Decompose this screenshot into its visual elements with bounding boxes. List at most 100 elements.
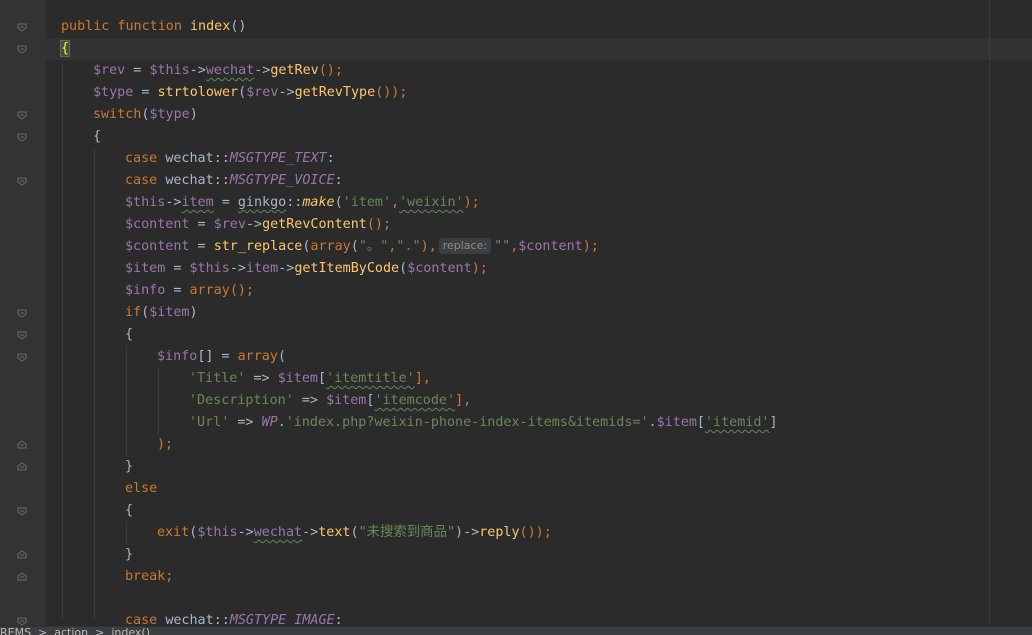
breadcrumb[interactable]: REMS > action > index() — [0, 627, 150, 635]
code-token: array — [310, 239, 351, 254]
code-token: MSGTYPE_VOICE — [229, 173, 335, 188]
code-line-26[interactable]: break; — [125, 566, 173, 588]
fold-collapse-icon[interactable] — [17, 330, 27, 340]
code-token: exit — [157, 525, 190, 540]
code-token: -> — [189, 63, 206, 78]
code-token: case — [125, 151, 166, 166]
code-line-21[interactable]: } — [125, 456, 133, 478]
code-line-12[interactable]: $item = $this->item->getItemByCode($cont… — [125, 258, 488, 280]
code-line-1[interactable]: public function index() — [61, 16, 246, 38]
code-line-22[interactable]: else — [125, 478, 157, 500]
code-line-15[interactable]: { — [125, 324, 133, 346]
fold-collapse-icon[interactable] — [17, 308, 27, 318]
code-token: : — [326, 151, 335, 166]
code-line-4[interactable]: $type = strtolower($rev->getRevType()); — [93, 82, 407, 104]
code-token: -> — [229, 261, 246, 276]
code-token: = — [125, 63, 150, 78]
code-token: . — [277, 415, 286, 430]
fold-collapse-icon[interactable] — [17, 616, 27, 626]
code-token: -> — [237, 525, 254, 540]
code-token: { — [125, 327, 134, 342]
fold-collapse-icon[interactable] — [17, 44, 27, 54]
code-line-19[interactable]: 'Url' => WP.'index.php?weixin-phone-inde… — [189, 412, 778, 434]
code-token: ], — [455, 393, 472, 408]
code-token: $rev — [93, 63, 126, 78]
code-line-16[interactable]: $info[] = array( — [157, 346, 286, 368]
code-token: wechat — [205, 63, 255, 78]
code-line-7[interactable]: case wechat::MSGTYPE_TEXT: — [125, 148, 335, 170]
code-line-11[interactable]: $content = str_replace(array("。","."), re… — [125, 236, 599, 258]
code-line-13[interactable]: $info = array(); — [125, 280, 254, 302]
code-token: 'weixin' — [399, 195, 464, 210]
code-token: [ — [318, 371, 327, 386]
indent-guide — [158, 368, 159, 434]
fold-collapse-icon[interactable] — [17, 506, 27, 516]
code-token: ( — [350, 525, 359, 540]
code-token: ); — [582, 239, 599, 254]
code-token: getItemByCode — [294, 261, 400, 276]
code-token: $type — [149, 107, 190, 122]
code-token: = — [165, 261, 190, 276]
code-token: array — [189, 283, 230, 298]
code-line-24[interactable]: exit($this->wechat->text("未搜索到商品")->repl… — [157, 522, 552, 544]
code-token: 'itemtitle' — [326, 371, 415, 386]
code-token: strtolower — [157, 85, 239, 100]
code-line-3[interactable]: $rev = $this->wechat->getRev(); — [93, 60, 343, 82]
fold-expand-icon[interactable] — [17, 572, 27, 582]
code-token: ); — [463, 195, 480, 210]
code-line-17[interactable]: 'Title' => $item['itemtitle'], — [189, 368, 431, 390]
code-token: getRevContent — [262, 217, 367, 232]
code-token: -> — [165, 195, 182, 210]
code-line-6[interactable]: { — [93, 126, 101, 148]
code-line-10[interactable]: $content = $rev->getRevContent(); — [125, 214, 391, 236]
matched-brace: { — [59, 40, 71, 57]
code-token: ( — [334, 195, 343, 210]
fold-expand-icon[interactable] — [17, 462, 27, 472]
code-token: . — [648, 415, 657, 430]
fold-collapse-icon[interactable] — [17, 176, 27, 186]
code-token: , — [391, 195, 400, 210]
fold-collapse-icon[interactable] — [17, 352, 27, 362]
code-token: item — [245, 261, 279, 276]
indent-guide — [94, 148, 95, 620]
code-line-2[interactable]: { — [59, 38, 71, 60]
code-line-9[interactable]: $this->item = ginkgo::make('item','weixi… — [125, 192, 480, 214]
indent-guide — [62, 60, 63, 620]
code-token: make — [302, 195, 335, 210]
code-token: ); — [157, 437, 174, 452]
code-token: WP — [261, 415, 278, 430]
code-token: $content — [518, 239, 583, 254]
code-token: () — [230, 19, 247, 34]
code-token: 'itemid' — [704, 415, 770, 430]
code-token: "未搜索到商品" — [358, 525, 456, 540]
code-editor[interactable]: public function index() { $rev = $this->… — [0, 0, 1032, 635]
code-token: ( — [350, 239, 359, 254]
fold-collapse-icon[interactable] — [17, 110, 27, 120]
fold-collapse-icon[interactable] — [17, 132, 27, 142]
code-token: switch — [93, 107, 142, 122]
code-line-25[interactable]: } — [125, 544, 133, 566]
code-token: $content — [125, 239, 190, 254]
code-token: $content — [125, 217, 190, 232]
code-token: else — [125, 481, 158, 496]
code-line-20[interactable]: ); — [157, 434, 173, 456]
code-token: 'item' — [342, 195, 392, 210]
code-token: = — [213, 195, 238, 210]
code-token: :: — [213, 151, 230, 166]
code-line-8[interactable]: case wechat::MSGTYPE_VOICE: — [125, 170, 343, 192]
code-line-18[interactable]: 'Description' => $item['itemcode'], — [189, 390, 471, 412]
code-line-5[interactable]: switch($type) — [93, 104, 198, 126]
code-token: ] — [769, 415, 778, 430]
fold-expand-icon[interactable] — [17, 440, 27, 450]
code-token: ( — [238, 85, 247, 100]
code-token: 'Url' — [189, 415, 230, 430]
indent-guide — [126, 346, 127, 456]
code-token: $type — [93, 85, 134, 100]
fold-collapse-icon[interactable] — [17, 22, 27, 32]
code-line-14[interactable]: if($item) — [125, 302, 198, 324]
code-token: [ — [696, 415, 705, 430]
fold-expand-icon[interactable] — [17, 550, 27, 560]
code-token: index — [190, 19, 231, 34]
code-token: text — [318, 525, 351, 540]
code-line-23[interactable]: { — [125, 500, 133, 522]
